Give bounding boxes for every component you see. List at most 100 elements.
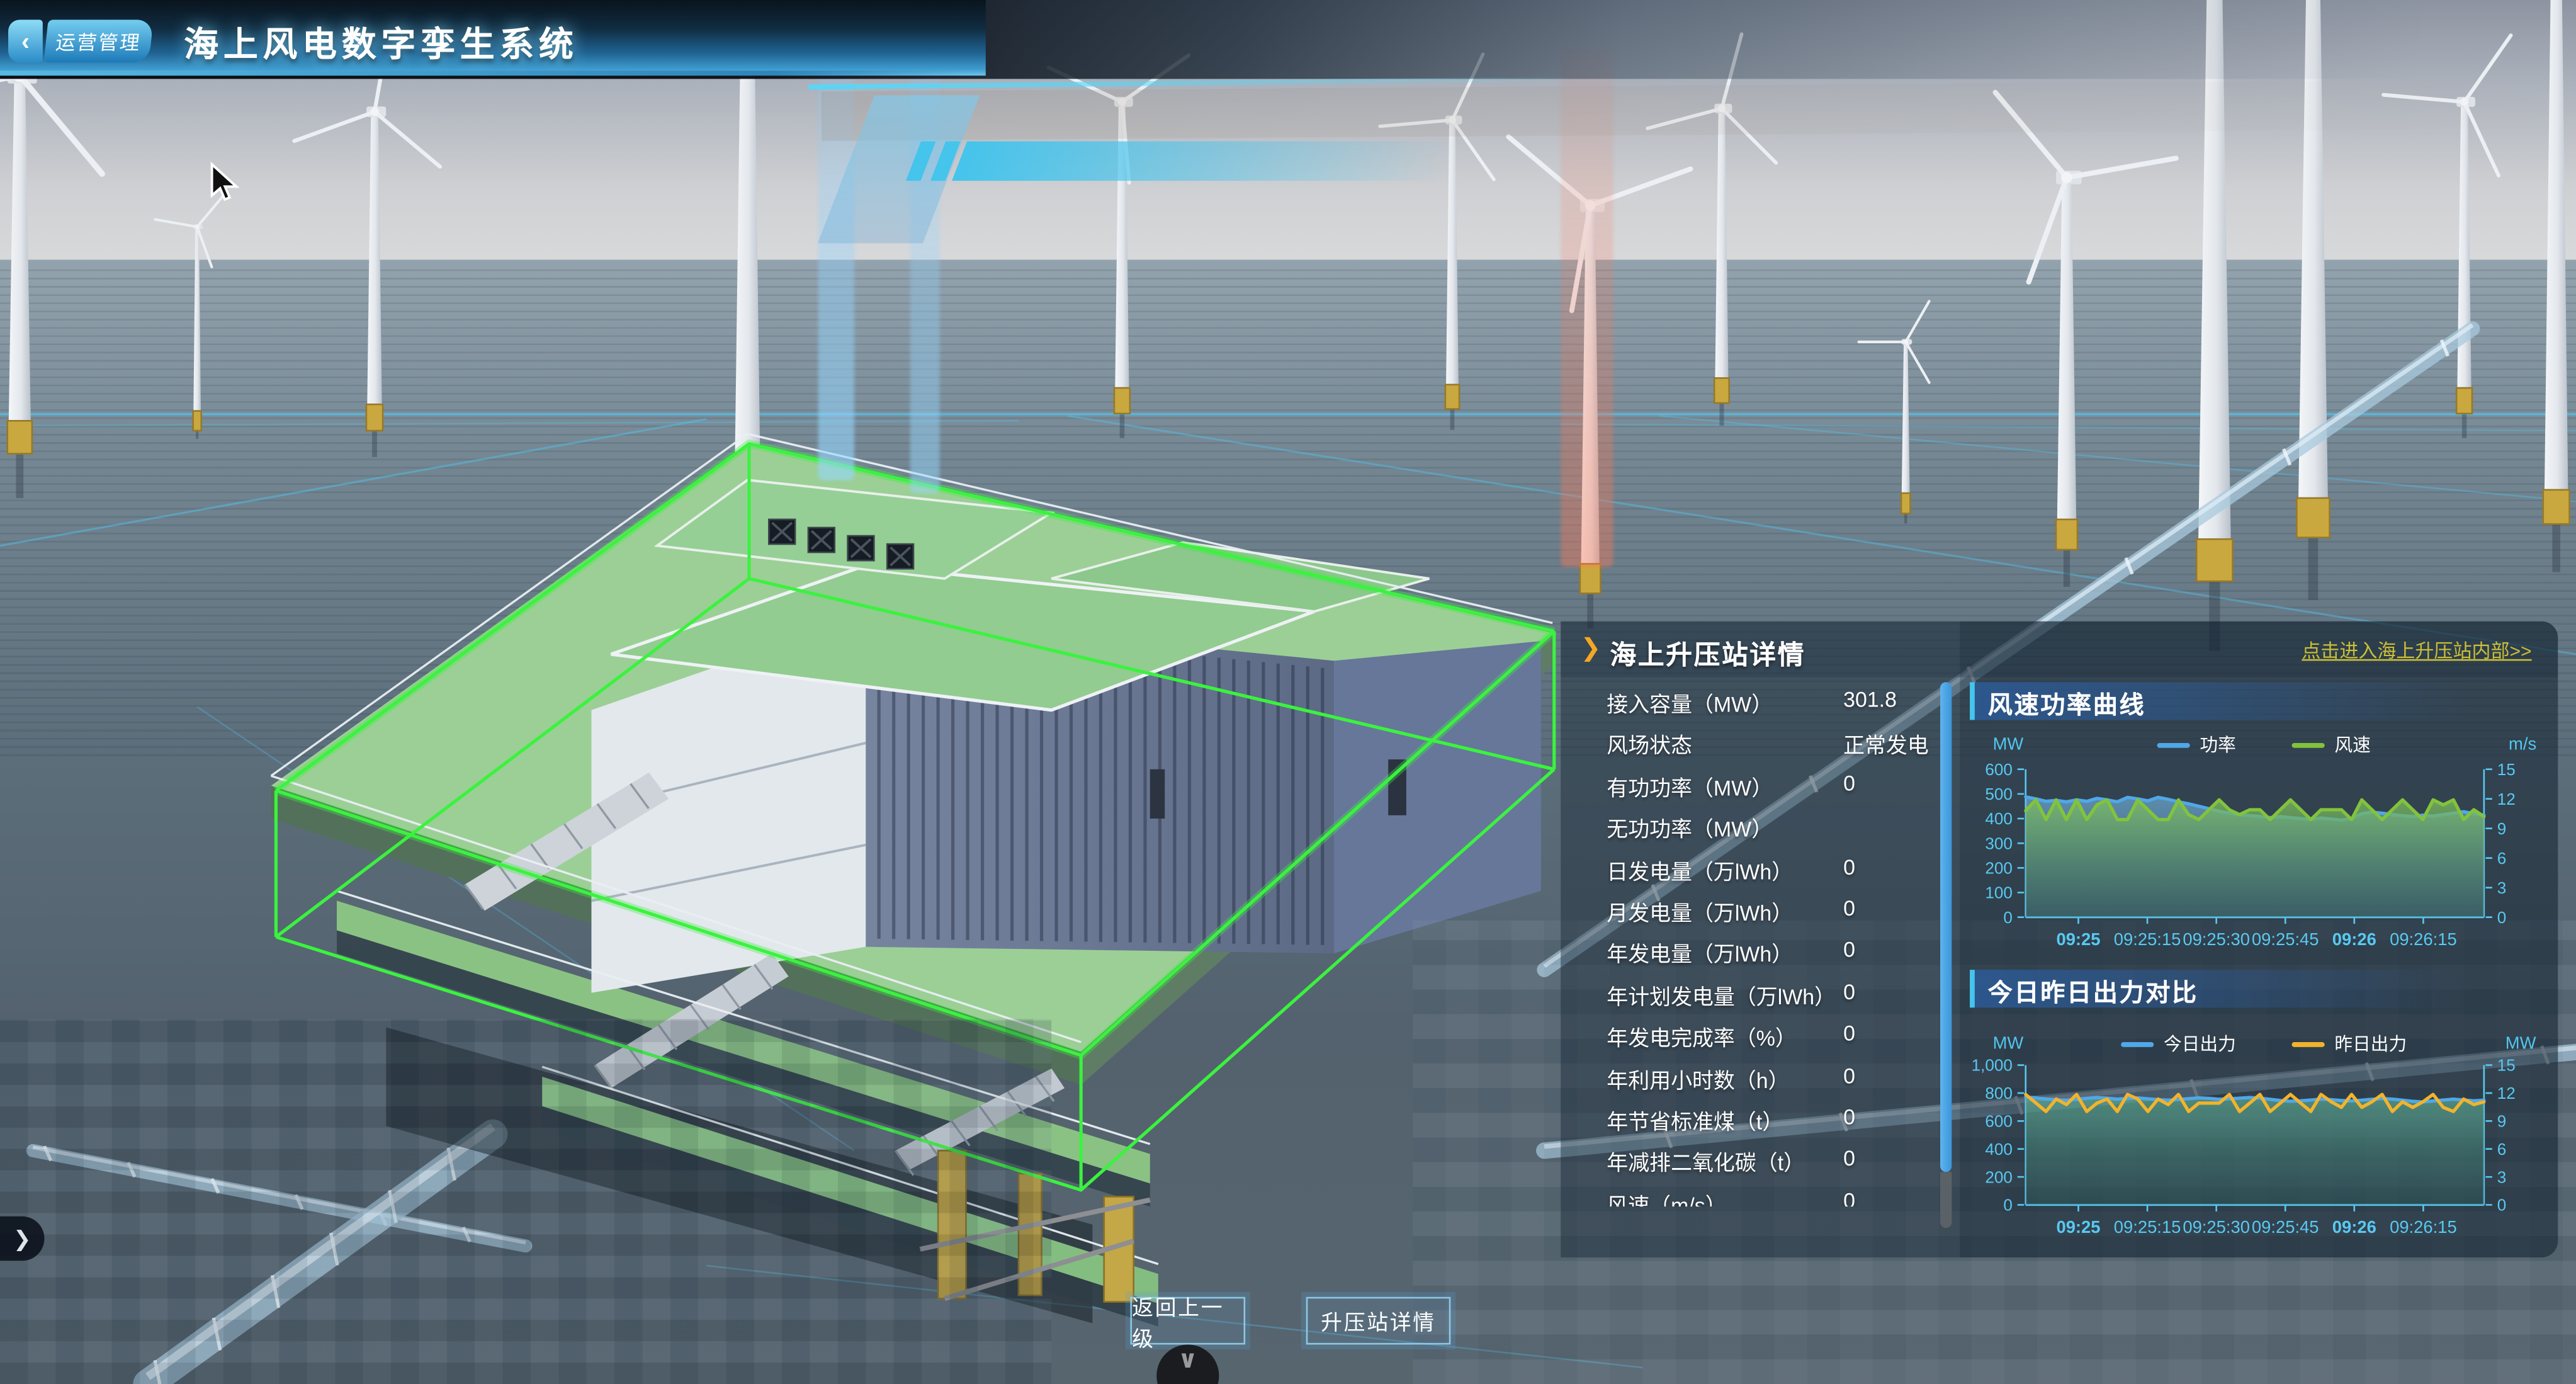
stat-row: 年计划发电量（万lWh） 0 <box>1607 974 1935 1016</box>
stat-row: 风速（m/s） 0 <box>1607 1183 1935 1206</box>
stat-row: 日发电量（万lWh） 0 <box>1607 849 1935 890</box>
app-stage: ‹ 运营管理 海上风电数字孪生系统 ❯ 海上升压站详情 点击进入海上升压站内部>… <box>0 0 2576 1384</box>
expand-sidebar-button[interactable]: ❯ <box>0 1217 44 1261</box>
svg-text:9: 9 <box>2497 1111 2507 1130</box>
stat-row: 年发电量（万lWh） 0 <box>1607 933 1935 974</box>
legend-item[interactable]: 风速 <box>2292 732 2371 758</box>
panel-title-chevron-icon: ❯ <box>1581 633 1602 662</box>
svg-text:09:25: 09:25 <box>2056 1217 2100 1237</box>
stat-row: 年发电完成率（%） 0 <box>1607 1016 1935 1058</box>
svg-text:3: 3 <box>2497 1167 2507 1186</box>
substation-detail-button[interactable]: 升压站详情 <box>1306 1297 1451 1345</box>
stat-row: 月发电量（万lWh） 0 <box>1607 891 1935 933</box>
svg-text:300: 300 <box>1985 834 2013 853</box>
wind-turbine[interactable] <box>1859 301 1929 523</box>
svg-text:09:25:30: 09:25:30 <box>2183 1217 2250 1237</box>
svg-text:0: 0 <box>2497 1196 2507 1215</box>
stat-value: 0 <box>1843 771 1855 795</box>
svg-text:15: 15 <box>2497 1056 2516 1075</box>
wind-turbine[interactable] <box>294 28 439 457</box>
svg-text:0: 0 <box>2003 908 2013 927</box>
legend-item[interactable]: 今日出力 <box>2121 1031 2236 1057</box>
chart2-plot: 02004006008001,0000369121509:2509:25:150… <box>1970 1055 2558 1257</box>
wind-turbine[interactable] <box>1996 93 2176 587</box>
svg-text:200: 200 <box>1985 858 2013 877</box>
chart2-left-unit: MW <box>1993 1034 2024 1053</box>
legend-swatch <box>2292 742 2325 747</box>
legend-label: 今日出力 <box>2164 1031 2236 1057</box>
chart2-right-unit: MW <box>2505 1034 2536 1053</box>
return-button[interactable]: 返回上一级 <box>1130 1297 1245 1345</box>
stat-label: 有功功率（MW） <box>1607 771 1773 802</box>
svg-text:6: 6 <box>2497 849 2507 868</box>
svg-text:3: 3 <box>2497 878 2507 897</box>
chart2-header: 今日昨日出力对比 <box>1970 970 2468 1007</box>
stat-value: 0 <box>1843 1188 1855 1207</box>
stat-value: 0 <box>1843 938 1855 962</box>
stats-scrollbar-track[interactable] <box>1940 1172 1952 1228</box>
stat-label: 年节省标准煤（t） <box>1607 1104 1783 1136</box>
svg-text:15: 15 <box>2497 760 2516 779</box>
chart1-right-unit: m/s <box>2509 735 2536 754</box>
stat-value: 0 <box>1843 896 1855 921</box>
svg-text:9: 9 <box>2497 819 2507 838</box>
svg-text:0: 0 <box>2497 908 2507 927</box>
chart2-title: 今日昨日出力对比 <box>1988 975 2198 1009</box>
panel-title: 海上升压站详情 <box>1610 633 1806 672</box>
svg-text:09:25:45: 09:25:45 <box>2252 929 2319 949</box>
legend-item[interactable]: 功率 <box>2157 732 2236 758</box>
stat-row: 接入容量（MW） 301.8 <box>1607 682 1935 723</box>
stat-label: 无功功率（MW） <box>1607 812 1773 844</box>
stats-list: 接入容量（MW） 301.8风场状态 正常发电有功功率（MW） 0无功功率（MW… <box>1607 682 1935 1206</box>
charts-column: 风速功率曲线 功率风速 MW m/s 010020030040050060003… <box>1960 621 2558 1257</box>
svg-text:09:26:15: 09:26:15 <box>2390 1217 2457 1237</box>
breadcrumb-button[interactable]: 运营管理 <box>44 20 154 62</box>
stat-value: 0 <box>1843 854 1855 878</box>
stat-label: 年减排二氧化碳（t） <box>1607 1146 1805 1177</box>
chart2-legend: 今日出力 昨日出力 <box>1970 1031 2558 1057</box>
light-beam-blue-2 <box>910 6 940 493</box>
svg-text:09:25:15: 09:25:15 <box>2114 1217 2181 1237</box>
svg-text:200: 200 <box>1985 1167 2013 1186</box>
svg-text:09:25: 09:25 <box>2056 929 2100 949</box>
svg-text:12: 12 <box>2497 790 2516 808</box>
chart1-title: 风速功率曲线 <box>1988 687 2146 722</box>
stat-label: 年发电量（万lWh） <box>1607 938 1793 969</box>
stat-row: 年减排二氧化碳（t） 0 <box>1607 1141 1935 1183</box>
stats-scrollbar-thumb[interactable] <box>1940 682 1952 1172</box>
page-title: 海上风电数字孪生系统 <box>184 18 578 67</box>
svg-text:600: 600 <box>1985 760 2013 779</box>
legend-item[interactable]: 昨日出力 <box>2292 1031 2407 1057</box>
stat-row: 年节省标准煤（t） 0 <box>1607 1099 1935 1141</box>
stat-row: 有功功率（MW） 0 <box>1607 766 1935 807</box>
stat-label: 年计划发电量（万lWh） <box>1607 979 1836 1011</box>
wind-turbine[interactable] <box>155 194 224 439</box>
chart1-left-unit: MW <box>1993 735 2024 754</box>
back-button[interactable]: ‹ <box>8 20 43 62</box>
svg-text:100: 100 <box>1985 883 2013 902</box>
svg-text:1,000: 1,000 <box>1972 1056 2013 1075</box>
chart1-header: 风速功率曲线 <box>1970 682 2468 720</box>
stat-value: 0 <box>1843 1146 1855 1171</box>
svg-text:09:25:30: 09:25:30 <box>2183 929 2250 949</box>
water-reflection-left <box>0 1019 1051 1384</box>
legend-swatch <box>2157 742 2190 747</box>
stat-label: 风速（m/s） <box>1607 1188 1726 1207</box>
legend-label: 功率 <box>2200 732 2235 758</box>
svg-text:500: 500 <box>1985 785 2013 803</box>
svg-text:0: 0 <box>2003 1196 2013 1215</box>
svg-text:600: 600 <box>1985 1111 2013 1130</box>
stat-value: 0 <box>1843 979 1855 1004</box>
chart1-legend: 功率 风速 <box>1970 732 2558 758</box>
stat-label: 日发电量（万lWh） <box>1607 854 1793 885</box>
svg-text:09:25:45: 09:25:45 <box>2252 1217 2319 1237</box>
details-panel: ❯ 海上升压站详情 点击进入海上升压站内部>> 接入容量（MW） 301.8风场… <box>1561 621 2558 1257</box>
mouse-cursor <box>212 164 237 200</box>
stat-row: 风场状态 正常发电 <box>1607 724 1935 766</box>
svg-text:09:26:15: 09:26:15 <box>2390 929 2457 949</box>
svg-text:09:25:15: 09:25:15 <box>2114 929 2181 949</box>
header-bar-edge <box>0 71 969 76</box>
svg-text:800: 800 <box>1985 1084 2013 1103</box>
stat-label: 风场状态 <box>1607 729 1692 760</box>
svg-text:09:26: 09:26 <box>2332 1217 2376 1237</box>
